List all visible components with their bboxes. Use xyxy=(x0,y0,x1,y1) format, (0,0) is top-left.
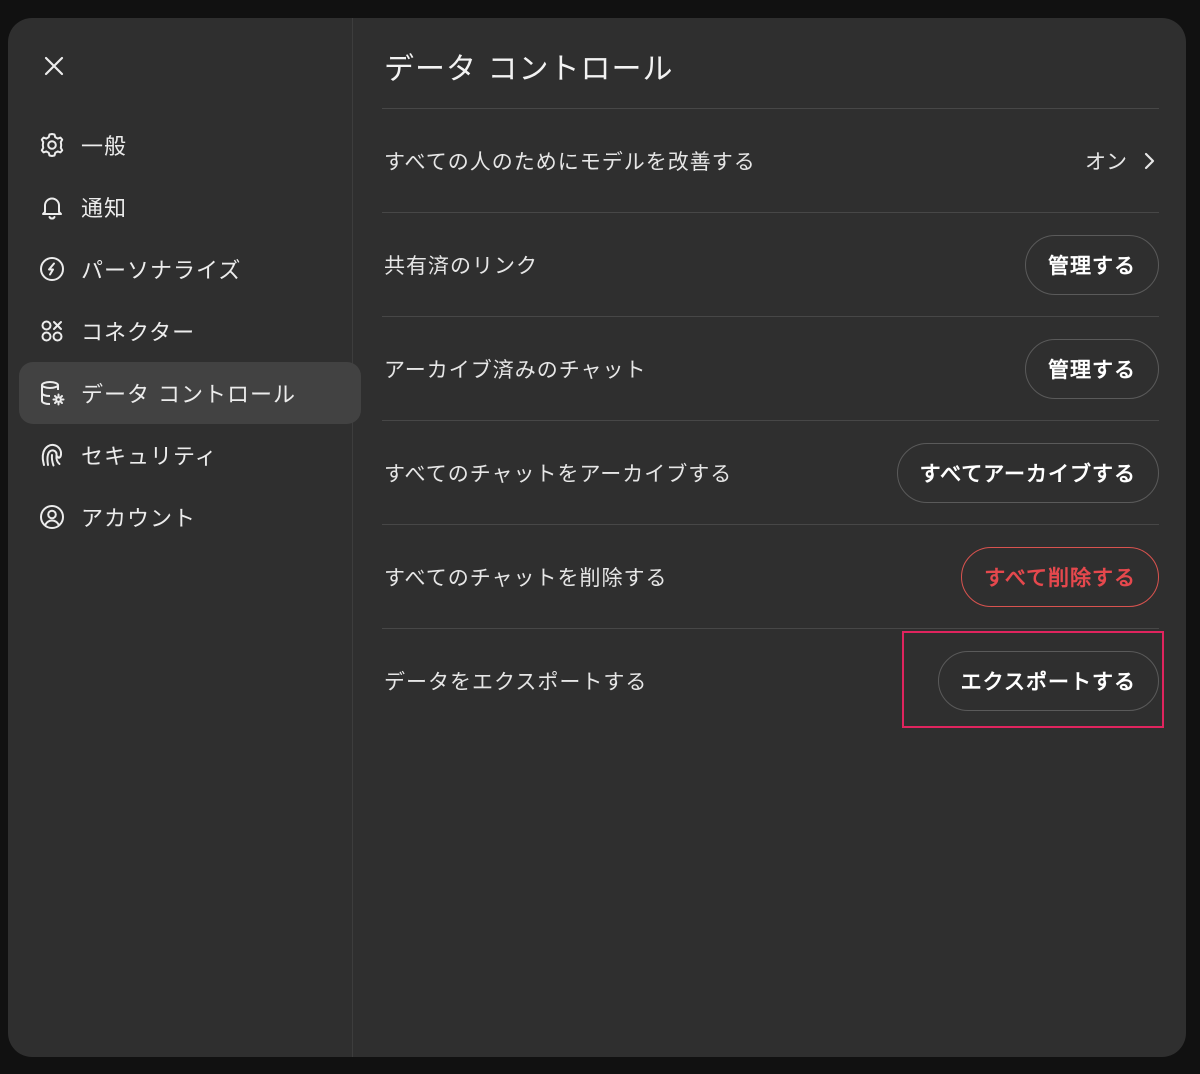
settings-row-shared-links: 共有済のリンク 管理する xyxy=(382,212,1159,316)
settings-row-archive-all: すべてのチャットをアーカイブする すべてアーカイブする xyxy=(382,420,1159,524)
row-label: すべての人のためにモデルを改善する xyxy=(384,149,756,174)
close-icon xyxy=(44,56,64,76)
settings-row-export-data: データをエクスポートする エクスポートする xyxy=(382,628,1159,732)
settings-sidebar: 一般 通知 パーソナライズ コネクター データ コントロール セキュリティ アカ… xyxy=(8,18,361,1057)
row-label: データをエクスポートする xyxy=(384,669,648,694)
bell-icon xyxy=(37,192,67,222)
page-title: データ コントロール xyxy=(384,52,674,87)
row-label: 共有済のリンク xyxy=(384,253,538,278)
user-circle-icon xyxy=(37,502,67,532)
row-label: アーカイブ済みのチャット xyxy=(384,357,647,382)
archive-all-button[interactable]: すべてアーカイブする xyxy=(896,442,1159,503)
sidebar-item-label: パーソナライズ xyxy=(81,259,242,284)
sidebar-item-data-controls[interactable]: データ コントロール xyxy=(19,362,361,424)
settings-row-archived-chats: アーカイブ済みのチャット 管理する xyxy=(382,316,1159,420)
chevron-right-icon xyxy=(1144,152,1155,169)
row-label: すべてのチャットを削除する xyxy=(384,565,668,590)
export-data-button[interactable]: エクスポートする xyxy=(937,650,1159,711)
database-gear-icon xyxy=(37,378,67,408)
sidebar-item-label: アカウント xyxy=(81,507,197,532)
delete-all-button[interactable]: すべて削除する xyxy=(961,546,1159,607)
settings-modal: 一般 通知 パーソナライズ コネクター データ コントロール セキュリティ アカ… xyxy=(8,18,1186,1057)
personalize-icon xyxy=(37,254,67,284)
settings-row-delete-all: すべてのチャットを削除する すべて削除する xyxy=(382,524,1159,628)
settings-row-improve-model: すべての人のためにモデルを改善する オン xyxy=(382,108,1159,212)
sidebar-item-label: コネクター xyxy=(81,321,196,346)
sidebar-item-label: データ コントロール xyxy=(81,383,296,408)
sidebar-item-connectors[interactable]: コネクター xyxy=(19,300,361,362)
sidebar-item-label: 通知 xyxy=(81,197,128,222)
settings-rows: すべての人のためにモデルを改善する オン 共有済のリンク 管理する アーカイブ済… xyxy=(382,108,1159,732)
gear-icon xyxy=(37,130,67,160)
fingerprint-icon xyxy=(37,440,67,470)
sidebar-item-account[interactable]: アカウント xyxy=(19,486,361,548)
close-button[interactable] xyxy=(36,48,72,84)
sidebar-item-general[interactable]: 一般 xyxy=(19,114,361,176)
settings-nav: 一般 通知 パーソナライズ コネクター データ コントロール セキュリティ アカ… xyxy=(19,114,361,548)
manage-archived-chats-button[interactable]: 管理する xyxy=(1025,338,1159,399)
sidebar-item-security[interactable]: セキュリティ xyxy=(19,424,361,486)
connector-icon xyxy=(37,316,67,346)
improve-model-setting[interactable]: オン xyxy=(1085,146,1155,176)
setting-value: オン xyxy=(1085,149,1127,174)
sidebar-item-label: セキュリティ xyxy=(81,445,218,470)
sidebar-item-label: 一般 xyxy=(81,135,128,160)
row-label: すべてのチャットをアーカイブする xyxy=(384,461,733,486)
manage-shared-links-button[interactable]: 管理する xyxy=(1025,234,1159,295)
sidebar-item-personalize[interactable]: パーソナライズ xyxy=(19,238,361,300)
sidebar-item-notifications[interactable]: 通知 xyxy=(19,176,361,238)
